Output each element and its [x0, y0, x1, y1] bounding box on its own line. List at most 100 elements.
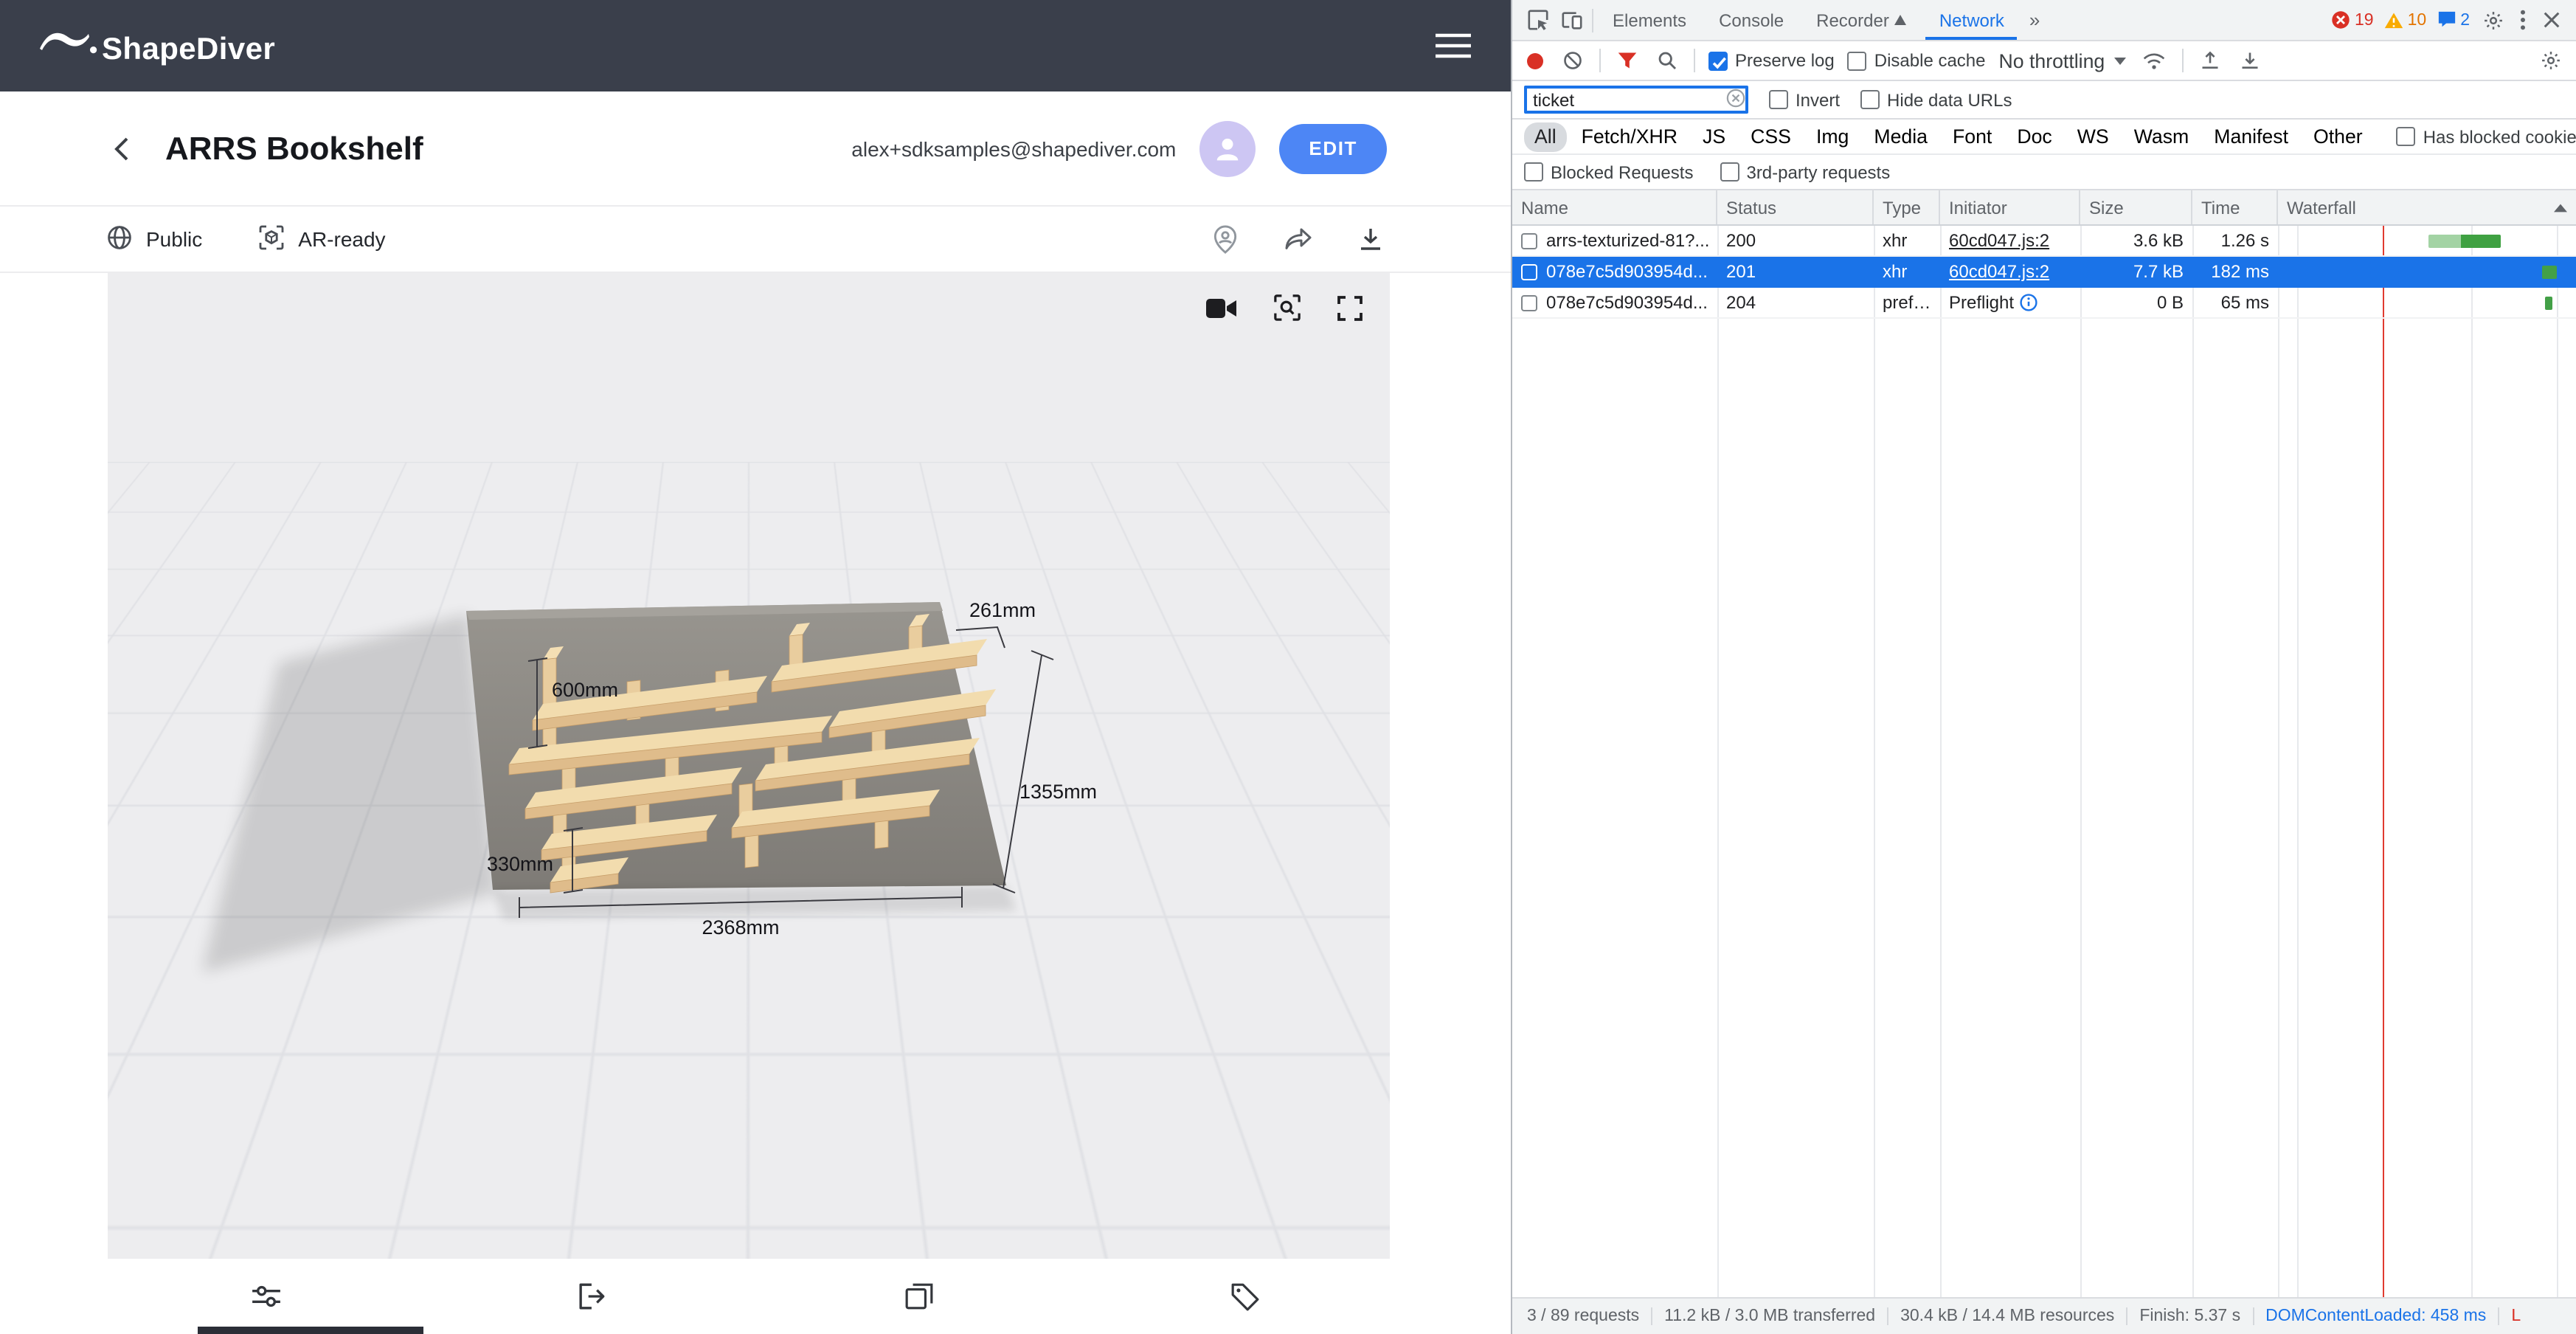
shapediver-app: ShapeDiver ARRS Bookshelf alex+sdksample…: [0, 0, 1511, 1334]
request-checkbox[interactable]: [1521, 263, 1537, 280]
video-capture-icon[interactable]: [1202, 293, 1241, 322]
fullscreen-icon[interactable]: [1334, 291, 1366, 324]
tab-console[interactable]: Console: [1706, 0, 1797, 40]
app-navbar: ShapeDiver: [0, 0, 1511, 91]
blocked-requests-checkbox[interactable]: Blocked Requests: [1524, 162, 1693, 182]
account-email: alex+sdksamples@shapediver.com: [851, 136, 1176, 160]
brand-name: ShapeDiver: [102, 34, 275, 66]
page-title: ARRS Bookshelf: [165, 129, 423, 167]
preserve-log-checkbox[interactable]: Preserve log: [1708, 50, 1835, 71]
export-icon[interactable]: [429, 1282, 755, 1310]
dom-content-loaded-time: DOMContentLoaded: 458 ms: [2252, 1307, 2498, 1325]
column-header-name[interactable]: Name: [1512, 190, 1717, 224]
devtools-settings-icon[interactable]: [2480, 7, 2507, 33]
share-icon[interactable]: [1281, 223, 1316, 255]
export-har-icon[interactable]: [2236, 47, 2262, 74]
device-toolbar-icon[interactable]: [1558, 6, 1586, 34]
column-header-initiator[interactable]: Initiator: [1940, 190, 2080, 224]
globe-icon: [106, 224, 133, 255]
table-row-selected[interactable]: 078e7c5d903954d... 201 xhr 60cd047.js:2 …: [1512, 257, 2576, 288]
chip-manifest[interactable]: Manifest: [2203, 122, 2299, 151]
request-checkbox[interactable]: [1521, 232, 1537, 249]
requests-count: 3 / 89 requests: [1515, 1307, 1651, 1325]
chip-doc[interactable]: Doc: [2007, 122, 2062, 151]
has-blocked-cookies-checkbox[interactable]: Has blocked cookies: [2397, 126, 2576, 147]
chip-all[interactable]: All: [1524, 122, 1567, 151]
disable-cache-checkbox[interactable]: Disable cache: [1848, 50, 1986, 71]
tab-elements[interactable]: Elements: [1599, 0, 1700, 40]
filter-input[interactable]: [1524, 86, 1748, 114]
import-har-icon[interactable]: [2196, 47, 2223, 74]
column-header-status[interactable]: Status: [1717, 190, 1874, 224]
column-header-type[interactable]: Type: [1874, 190, 1940, 224]
inspect-element-icon[interactable]: [1524, 6, 1552, 34]
initiator-link[interactable]: 60cd047.js:2: [1949, 230, 2049, 251]
avatar[interactable]: [1199, 120, 1256, 176]
ar-ready-item[interactable]: AR-ready: [258, 224, 385, 255]
network-settings-icon[interactable]: [2538, 47, 2564, 74]
chip-font[interactable]: Font: [1942, 122, 2002, 151]
table-row[interactable]: arrs-texturized-81?... 200 xhr 60cd047.j…: [1512, 226, 2576, 257]
error-badge[interactable]: 19: [2331, 10, 2374, 30]
record-icon[interactable]: [1524, 49, 1546, 72]
active-tab-indicator: [198, 1327, 423, 1334]
chip-other[interactable]: Other: [2303, 122, 2373, 151]
parameters-sliders-icon[interactable]: [103, 1284, 429, 1309]
third-party-checkbox[interactable]: 3rd-party requests: [1720, 162, 1890, 182]
dimension-label-2368: 2368mm: [702, 916, 779, 939]
filter-row: Invert Hide data URLs: [1512, 81, 2576, 120]
network-conditions-icon[interactable]: [2139, 48, 2168, 73]
table-row[interactable]: 078e7c5d903954d... 204 preflight Preflig…: [1512, 288, 2576, 319]
invert-checkbox[interactable]: Invert: [1769, 89, 1840, 110]
shapediver-logo[interactable]: ShapeDiver: [38, 25, 275, 66]
screenshot-root: ShapeDiver ARRS Bookshelf alex+sdksample…: [0, 0, 2576, 1334]
column-header-waterfall[interactable]: Waterfall: [2278, 190, 2576, 224]
column-header-size[interactable]: Size: [2080, 190, 2192, 224]
tab-recorder[interactable]: Recorder: [1803, 0, 1920, 40]
model-pin-icon[interactable]: [1208, 221, 1242, 258]
throttling-select[interactable]: No throttling: [1999, 49, 2126, 72]
devtools-tabbar: Elements Console Recorder Network » 19 1…: [1512, 0, 2576, 41]
menu-icon[interactable]: [1434, 32, 1472, 59]
hide-data-urls-checkbox[interactable]: Hide data URLs: [1860, 89, 2012, 110]
close-devtools-icon[interactable]: [2539, 7, 2564, 32]
resources-size: 30.4 kB / 14.4 MB resources: [1887, 1307, 2126, 1325]
clear-filter-icon[interactable]: [1726, 89, 1745, 108]
visibility-item[interactable]: Public: [106, 224, 202, 255]
waterfall-bar: [2428, 235, 2501, 248]
chip-wasm[interactable]: Wasm: [2124, 122, 2200, 151]
search-icon[interactable]: [1654, 47, 1680, 74]
chip-img[interactable]: Img: [1806, 122, 1859, 151]
edit-button[interactable]: EDIT: [1279, 123, 1387, 173]
request-checkbox[interactable]: [1521, 294, 1537, 311]
back-icon[interactable]: [112, 135, 130, 162]
recorder-badge-icon: [1895, 15, 1907, 25]
ar-cube-icon: [258, 224, 285, 255]
kebab-menu-icon[interactable]: [2517, 6, 2529, 34]
filter-icon[interactable]: [1614, 47, 1641, 74]
column-header-time[interactable]: Time: [2192, 190, 2278, 224]
viewer-3d[interactable]: 600mm 330mm 1355mm 2368mm 261mm: [108, 273, 1390, 1259]
chip-media[interactable]: Media: [1863, 122, 1938, 151]
tags-icon[interactable]: [1081, 1282, 1408, 1311]
catalog-icon[interactable]: [755, 1282, 1081, 1310]
dimension-label-1355: 1355mm: [1019, 781, 1097, 803]
chip-js[interactable]: JS: [1692, 122, 1736, 151]
preflight-info-icon[interactable]: [2020, 294, 2037, 311]
chip-ws[interactable]: WS: [2067, 122, 2119, 151]
network-toolbar: Preserve log Disable cache No throttling: [1512, 41, 2576, 81]
more-tabs-icon[interactable]: »: [2023, 9, 2046, 31]
chip-fetch-xhr[interactable]: Fetch/XHR: [1571, 122, 1688, 151]
shapediver-wave-icon: [38, 25, 97, 66]
initiator-link[interactable]: 60cd047.js:2: [1949, 261, 2049, 282]
load-event-line: [2383, 226, 2384, 1297]
chip-css[interactable]: CSS: [1740, 122, 1801, 151]
finish-time: Finish: 5.37 s: [2126, 1307, 2252, 1325]
issues-badge[interactable]: 2: [2437, 10, 2470, 30]
scan-zoom-icon[interactable]: [1270, 291, 1304, 325]
tab-network[interactable]: Network: [1926, 0, 2018, 40]
clear-icon[interactable]: [1559, 47, 1586, 74]
warning-badge[interactable]: 10: [2384, 11, 2427, 29]
error-icon: [2331, 10, 2350, 30]
download-icon[interactable]: [1354, 223, 1387, 255]
